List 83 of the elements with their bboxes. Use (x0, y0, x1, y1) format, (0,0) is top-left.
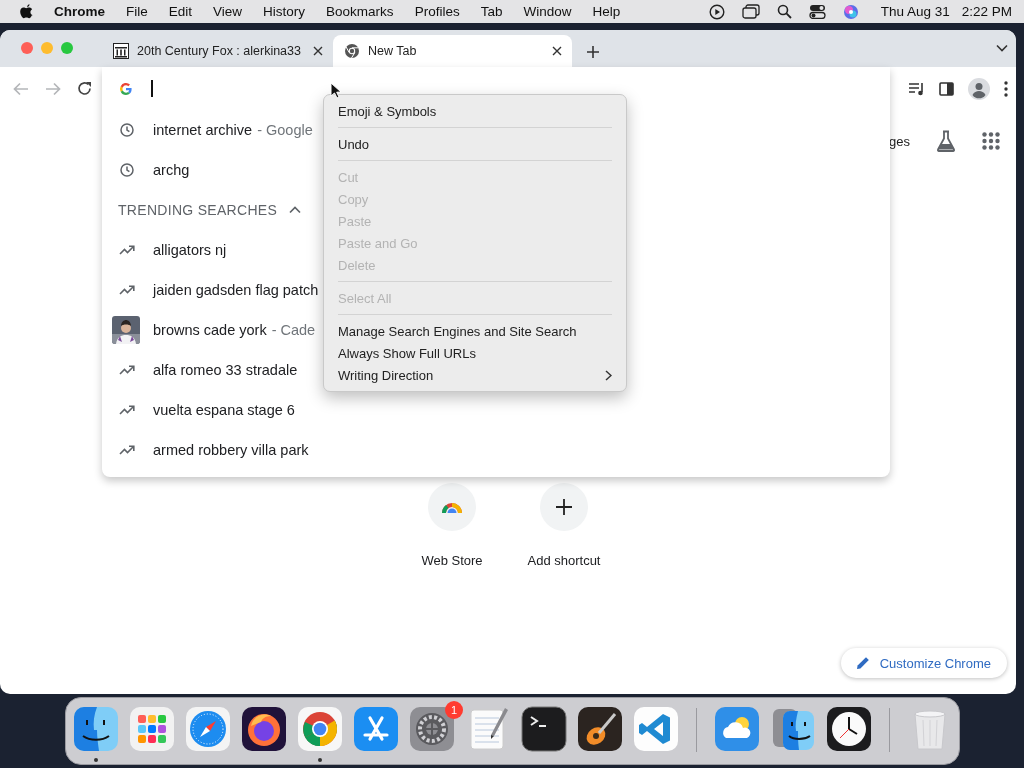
cloud-icon[interactable] (714, 706, 760, 752)
menu-item[interactable]: Help (592, 4, 621, 19)
menu-item[interactable]: Always Show Full URLs (324, 342, 626, 364)
smiling-face-icon[interactable] (770, 706, 816, 752)
suggestion-text[interactable]: armed robbery villa park (153, 442, 309, 458)
menu-item[interactable]: Window (523, 4, 572, 19)
menu-item[interactable]: Undo (324, 133, 626, 155)
customize-button[interactable]: Customize Chrome (840, 648, 1007, 678)
section-header: TRENDING SEARCHES (118, 202, 278, 218)
side-panel-icon[interactable] (939, 81, 954, 96)
clock-icon (120, 123, 134, 137)
app-grid-icon[interactable] (129, 706, 175, 752)
shortcut-label[interactable]: Add shortcut (527, 553, 601, 568)
shortcut-tile[interactable] (428, 483, 476, 531)
apps-grid-icon[interactable] (982, 132, 1000, 150)
flask-icon[interactable] (936, 130, 956, 152)
suggestion-text[interactable]: browns cade york (153, 322, 267, 338)
suggestion-text[interactable]: internet archive (153, 122, 253, 138)
gear-icon[interactable] (409, 706, 455, 752)
play-circle-icon[interactable] (708, 3, 725, 20)
suggestion-text[interactable]: vuelta espana stage 6 (153, 402, 295, 418)
chevron-up-icon[interactable] (289, 206, 302, 214)
notification-badge: 1 (445, 701, 463, 719)
rainbow-arc-icon (441, 501, 463, 513)
search-icon[interactable] (776, 4, 792, 19)
shortcut-tile[interactable] (540, 483, 588, 531)
close-icon[interactable] (552, 46, 562, 56)
media-queue-icon[interactable] (908, 81, 925, 96)
g-logo-icon (119, 81, 133, 96)
menu-item[interactable]: History (263, 4, 306, 19)
terminal-icon[interactable] (521, 706, 567, 752)
compass-icon[interactable] (185, 706, 231, 752)
plus-icon (555, 498, 573, 516)
browser-tab[interactable]: 20th Century Fox : alerkina33 (100, 35, 333, 67)
orb-icon[interactable] (842, 3, 859, 20)
suggestion-text[interactable]: archg (153, 162, 190, 178)
kebab-menu-icon[interactable] (1004, 80, 1008, 97)
clock-face-icon[interactable] (826, 706, 872, 752)
toggles-icon[interactable] (808, 4, 826, 19)
chevron-right-icon (605, 369, 612, 381)
suggestion-text[interactable]: alligators nj (153, 242, 227, 258)
pointer-icon (330, 82, 342, 99)
menu-item[interactable]: Manage Search Engines and Site Search (324, 320, 626, 342)
smiling-face-icon[interactable] (73, 706, 119, 752)
fox-globe-icon[interactable] (241, 706, 287, 752)
guitar-icon[interactable] (577, 706, 623, 752)
building-columns-icon (113, 43, 129, 59)
menu-item[interactable]: Emoji & Symbols (324, 100, 626, 122)
suggestion-detail[interactable]: - Google (257, 122, 313, 138)
menu-item[interactable]: View (213, 4, 243, 19)
menu-item[interactable]: Tab (480, 4, 503, 19)
menubar-time[interactable]: 2:22 PM (961, 4, 1012, 19)
menu-item[interactable]: Bookmarks (326, 4, 394, 19)
close-icon[interactable] (313, 46, 323, 56)
plus-icon[interactable] (586, 45, 600, 59)
menu-item[interactable]: Profiles (414, 4, 460, 19)
apple-logo-icon (19, 3, 34, 20)
browser-logo-icon (344, 43, 360, 59)
trending-arrow-icon (119, 285, 135, 295)
menu-item[interactable]: Writing Direction (324, 364, 626, 386)
trending-arrow-icon (119, 445, 135, 455)
menu-item[interactable]: Edit (168, 4, 193, 19)
suggestion-detail[interactable]: - Cade (271, 322, 316, 338)
profile-avatar-icon[interactable] (968, 77, 990, 100)
trending-arrow-icon (119, 405, 135, 415)
browser-tab[interactable]: New Tab (333, 35, 572, 67)
menubar-date[interactable]: Thu Aug 31 (880, 4, 950, 19)
menu-item[interactable]: File (126, 4, 148, 19)
images-link[interactable]: ges (889, 133, 910, 149)
chevron-down-icon[interactable] (996, 44, 1008, 52)
app-menu[interactable]: Chrome (54, 4, 105, 19)
shortcut-label[interactable]: Web Store (421, 553, 483, 568)
overlapping-windows-icon[interactable] (741, 4, 760, 19)
trending-arrow-icon (119, 365, 135, 375)
app-store-icon[interactable] (353, 706, 399, 752)
browser-icon[interactable] (297, 706, 343, 752)
trending-arrow-icon (119, 245, 135, 255)
reload-icon[interactable] (77, 81, 92, 96)
pencil-icon (855, 656, 870, 670)
clock-icon (120, 163, 134, 177)
code-bracket-icon[interactable] (633, 706, 679, 752)
suggestion-text[interactable]: jaiden gadsden flag patch (153, 282, 319, 298)
suggestion-text[interactable]: alfa romeo 33 stradale (153, 362, 298, 378)
